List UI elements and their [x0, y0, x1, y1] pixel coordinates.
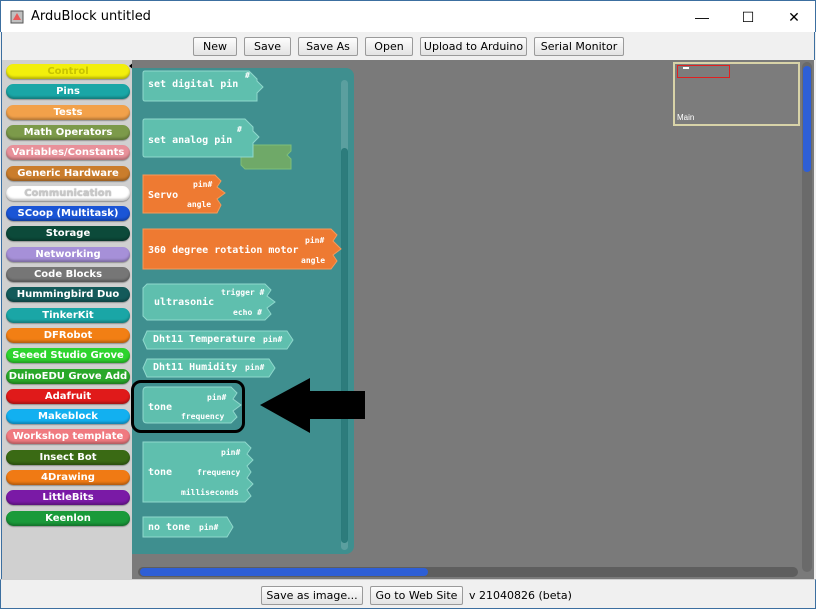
category-pins[interactable]: Pins: [6, 84, 130, 100]
category-tests[interactable]: Tests: [6, 104, 130, 120]
block-set-analog-pin[interactable]: set analog pin #: [141, 117, 296, 173]
socket-label-angle: angle: [187, 200, 212, 209]
save-as-button[interactable]: Save As: [298, 37, 358, 56]
category-code-blocks[interactable]: Code Blocks: [6, 267, 130, 282]
category-communication[interactable]: Communication: [6, 185, 130, 201]
category-tinkerkit[interactable]: TinkerKit: [6, 307, 130, 323]
socket-label-pin: pin#: [221, 448, 241, 457]
category-4drawing[interactable]: 4Drawing: [6, 470, 130, 485]
category-variables-constants[interactable]: Variables/Constants: [6, 145, 130, 161]
app-icon: [10, 10, 24, 24]
block-360-rotation-motor[interactable]: 360 degree rotation motor pin# angle: [141, 227, 343, 273]
title-bar: ArduBlock untitled — ☐ ✕: [0, 0, 816, 32]
minimap[interactable]: Main: [673, 62, 800, 126]
category-littlebits[interactable]: LittleBits: [6, 490, 130, 506]
block-label: set digital pin: [148, 79, 239, 90]
highlight-box: [131, 380, 245, 433]
socket-label-angle: angle: [301, 256, 326, 265]
maximize-button[interactable]: ☐: [725, 1, 771, 33]
version-label: v 21040826 (beta): [469, 589, 572, 602]
category-storage[interactable]: Storage: [6, 226, 130, 242]
close-button[interactable]: ✕: [771, 1, 816, 33]
block-label: ultrasonic: [154, 297, 215, 308]
pointer-arrow-icon: [260, 378, 365, 433]
category-duinoedu-grove-add[interactable]: DuinoEDU Grove Add: [6, 368, 130, 384]
save-button[interactable]: Save: [244, 37, 291, 56]
save-as-image-button[interactable]: Save as image...: [261, 586, 363, 605]
workspace-horizontal-thumb[interactable]: [140, 568, 428, 576]
block-dht11-temperature[interactable]: Dht11 Temperature pin#: [141, 329, 295, 351]
block-tone-duration[interactable]: tone pin# frequency milliseconds: [141, 440, 255, 504]
minimap-marker: [683, 67, 689, 69]
category-insect-bot[interactable]: Insect Bot: [6, 449, 130, 465]
block-label: Dht11 Humidity: [153, 362, 238, 373]
socket-label-milliseconds: milliseconds: [181, 488, 239, 497]
window-title: ArduBlock untitled: [31, 9, 151, 24]
block-dht11-humidity[interactable]: Dht11 Humidity pin#: [141, 357, 277, 379]
socket-label: pin#: [199, 523, 219, 532]
category-adafruit[interactable]: Adafruit: [6, 388, 130, 404]
go-to-website-button[interactable]: Go to Web Site: [370, 586, 463, 605]
block-no-tone[interactable]: no tone pin#: [141, 515, 237, 543]
new-button[interactable]: New: [193, 37, 237, 56]
socket-label: #: [245, 71, 250, 80]
status-bar: Save as image... Go to Web Site v 210408…: [0, 579, 816, 609]
socket-label-echo: echo #: [233, 308, 262, 317]
category-networking[interactable]: Networking: [6, 246, 130, 262]
socket-label: pin#: [245, 363, 265, 372]
category-makeblock[interactable]: Makeblock: [6, 409, 130, 425]
block-label: set analog pin: [148, 135, 233, 146]
block-set-digital-pin[interactable]: set digital pin #: [141, 69, 266, 105]
category-sidebar: Control Pins Tests Math Operators Variables/…: [1, 60, 134, 579]
block-label: no tone: [148, 522, 191, 533]
socket-label-frequency: frequency: [197, 468, 241, 477]
socket-label-pin: pin#: [193, 180, 213, 189]
category-workshop-template[interactable]: Workshop template: [6, 429, 130, 445]
open-button[interactable]: Open: [365, 37, 413, 56]
category-math-operators[interactable]: Math Operators: [6, 124, 130, 140]
minimize-button[interactable]: —: [679, 1, 725, 33]
serial-monitor-button[interactable]: Serial Monitor: [534, 37, 624, 56]
upload-button[interactable]: Upload to Arduino: [420, 37, 527, 56]
socket-label-trigger: trigger #: [221, 288, 265, 297]
block-label: tone: [148, 467, 173, 478]
category-scoop-multitask[interactable]: SCoop (Multitask): [6, 206, 130, 222]
block-label: 360 degree rotation motor: [148, 245, 299, 256]
category-hummingbird-duo[interactable]: Hummingbird Duo: [6, 287, 130, 303]
block-label: Dht11 Temperature: [153, 334, 256, 345]
socket-label: #: [237, 125, 242, 134]
socket-label-pin: pin#: [305, 236, 325, 245]
workspace-vertical-thumb[interactable]: [803, 66, 811, 172]
category-control[interactable]: Control: [6, 64, 130, 79]
category-dfrobot[interactable]: DFRobot: [6, 327, 130, 343]
category-seeed-studio-grove[interactable]: Seeed Studio Grove: [6, 348, 130, 364]
block-label: Servo: [148, 190, 179, 201]
block-servo[interactable]: Servo pin# angle: [141, 173, 231, 217]
category-keenlon[interactable]: Keenlon: [6, 510, 130, 526]
block-ultrasonic[interactable]: ultrasonic trigger # echo #: [141, 282, 279, 322]
drawer-scroll-thumb[interactable]: [341, 148, 348, 543]
category-generic-hardware[interactable]: Generic Hardware: [6, 165, 130, 181]
socket-label: pin#: [263, 335, 283, 344]
minimap-label: Main: [677, 113, 695, 122]
toolbar: New Save Save As Open Upload to Arduino …: [1, 32, 815, 60]
